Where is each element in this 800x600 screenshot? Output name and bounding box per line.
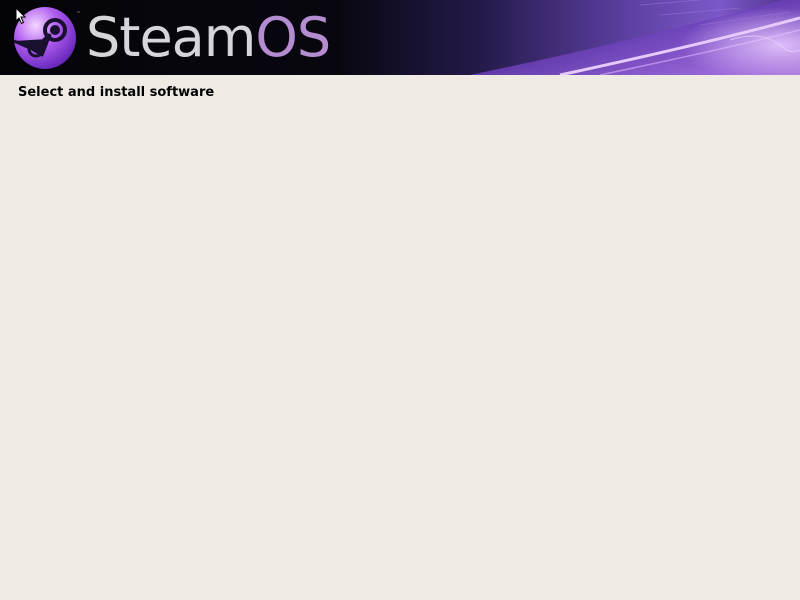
page-title: Select and install software: [18, 85, 215, 100]
wordmark-steam: Steam: [86, 6, 256, 69]
wordmark-os: OS: [255, 6, 331, 69]
header-banner: ™ SteamOS: [0, 0, 800, 75]
mouse-cursor-icon: [15, 7, 27, 25]
steamos-wordmark: SteamOS: [86, 3, 331, 73]
trademark-symbol: ™: [76, 11, 81, 17]
